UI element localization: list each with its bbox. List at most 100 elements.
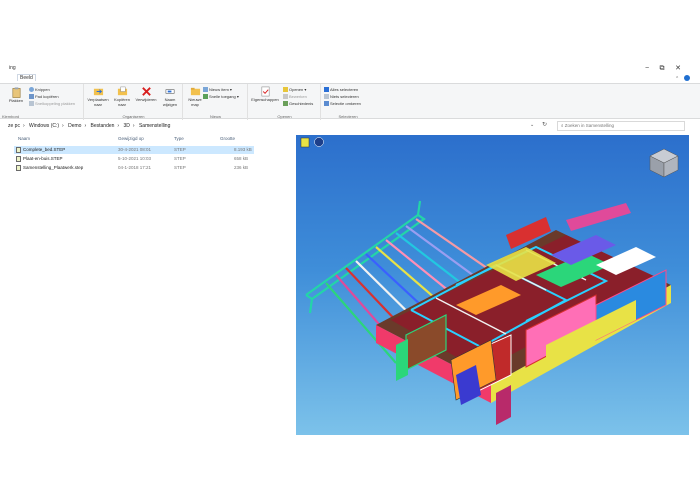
column-header-modified[interactable]: Gewijzigd op: [118, 136, 144, 141]
properties-check-icon: [261, 86, 269, 97]
step-file-icon: [16, 146, 21, 153]
crumb-windows[interactable]: Windows (C:): [29, 123, 59, 129]
new-folder-icon: [190, 87, 200, 96]
file-modified: 30-4-2021 08:01: [118, 147, 152, 152]
crumb-sep: ›: [84, 123, 87, 129]
delete-x-icon: [141, 87, 151, 96]
invert-selection-label: Selectie omkeren: [330, 101, 361, 106]
file-type: STEP: [174, 156, 186, 161]
file-name-cell: Complete_bed.STEP: [16, 146, 65, 154]
paste-shortcut-button[interactable]: Snelkoppeling plakken: [29, 100, 75, 107]
view-cube-icon[interactable]: [649, 148, 679, 178]
breadcrumb[interactable]: ze pc › Windows (C:) › Demo › Bestanden › 3D…: [8, 122, 538, 131]
copy-to-label: Kopiëren naar: [113, 97, 130, 107]
paste-shortcut-label: Snelkoppeling plakken: [35, 101, 76, 106]
scissors-icon: [29, 87, 34, 93]
file-name: Samenstelling_Plaatwerk.step: [23, 165, 84, 170]
refresh-icon[interactable]: ↻: [542, 121, 547, 128]
rename-icon: [165, 89, 174, 94]
file-name-cell: Plaat-en-buis.STEP: [16, 155, 63, 163]
file-name: Plaat-en-buis.STEP: [23, 156, 63, 161]
properties-label: Eigenschappen: [251, 97, 279, 102]
copy-path-label: Pad kopiëren: [35, 94, 59, 99]
easy-access-label: Snelle toegang: [209, 94, 236, 99]
new-item-icon: [203, 87, 208, 93]
copy-path-button[interactable]: Pad kopiëren: [29, 93, 59, 100]
tab-beeld[interactable]: Beeld: [17, 74, 36, 81]
file-size: 658 kB: [234, 156, 249, 161]
history-icon: [283, 101, 288, 107]
column-header-name[interactable]: Naam: [18, 136, 30, 141]
group-klembord: Plakken Knippen Pad kopiëren Snelkoppeli…: [0, 84, 84, 120]
title-bar: ing − ⧉ ✕: [0, 62, 700, 76]
easy-access-icon: [203, 94, 208, 100]
new-item-label: Nieuw item: [209, 87, 229, 92]
group-organiseren: Verplaatsen naar Kopiëren naar Verwijder…: [85, 84, 183, 120]
new-folder-label: Nieuwe map: [188, 97, 202, 107]
group-label-klembord: Klembord: [2, 114, 20, 119]
minimize-button[interactable]: −: [642, 64, 652, 73]
file-type: STEP: [174, 165, 186, 170]
open-icon: [283, 87, 288, 93]
table-row[interactable]: Complete_bed.STEP 30-4-2021 08:01 STEP 8…: [14, 146, 254, 154]
rename-button[interactable]: Naam wijzigen: [159, 86, 181, 107]
table-row[interactable]: Plaat-en-buis.STEP 5-10-2021 10:03 STEP …: [14, 155, 254, 163]
crumb-samenstelling[interactable]: Samenstelling: [139, 123, 170, 129]
copy-folder-icon: [117, 86, 127, 96]
crumb-sep: ›: [132, 123, 135, 129]
select-all-button[interactable]: Alles selecteren: [324, 86, 358, 93]
preview-model-icon[interactable]: [300, 137, 310, 148]
properties-button[interactable]: Eigenschappen: [249, 86, 281, 103]
paste-label: Plakken: [8, 98, 24, 103]
select-none-button[interactable]: Niets selecteren: [324, 93, 359, 100]
file-type: STEP: [174, 147, 186, 152]
3d-model-preview: [300, 137, 679, 425]
help-icon[interactable]: [684, 75, 690, 81]
cut-button[interactable]: Knippen: [29, 86, 50, 93]
crumb-bestanden[interactable]: Bestanden: [91, 123, 115, 129]
select-none-icon: [324, 94, 329, 100]
maximize-button[interactable]: ⧉: [657, 64, 667, 73]
column-header-size[interactable]: Grootte: [220, 136, 235, 141]
easy-access-button[interactable]: Snelle toegang ▾: [203, 93, 239, 100]
crumb-3d[interactable]: 3D: [123, 123, 129, 129]
delete-button[interactable]: Verwijderen: [135, 86, 157, 103]
open-button[interactable]: Openen ▾: [283, 86, 306, 93]
address-dropdown-icon[interactable]: ⌄: [530, 122, 534, 128]
crumb-sep: ›: [22, 123, 25, 129]
select-all-icon: [324, 87, 329, 93]
file-list: Naam Gewijzigd op Type Grootte Complete_…: [10, 136, 254, 432]
shortcut-icon: [29, 101, 34, 107]
column-header-type[interactable]: Type: [174, 136, 184, 141]
group-nieuw: Nieuwe map Nieuw item ▾ Snelle toegang ▾…: [184, 84, 248, 120]
window-title: ing: [9, 65, 16, 71]
file-size: 236 kB: [234, 165, 249, 170]
preview-pane[interactable]: [296, 135, 689, 435]
edit-icon: [283, 94, 288, 100]
crumb-demo[interactable]: Demo: [68, 123, 81, 129]
close-button[interactable]: ✕: [673, 64, 683, 73]
search-input[interactable]: ⌕ Zoeken in Samenstelling: [557, 121, 685, 131]
cut-label: Knippen: [35, 87, 50, 92]
paste-button[interactable]: Plakken: [8, 87, 24, 104]
move-to-label: Verplaatsen naar: [87, 97, 109, 107]
collapse-ribbon-icon[interactable]: ⌃: [675, 76, 679, 82]
invert-selection-icon: [324, 101, 329, 107]
search-placeholder: Zoeken in Samenstelling: [564, 123, 615, 128]
crumb-sep: ›: [62, 123, 64, 129]
move-to-button[interactable]: Verplaatsen naar: [87, 86, 109, 107]
invert-selection-button[interactable]: Selectie omkeren: [324, 100, 361, 107]
new-item-button[interactable]: Nieuw item ▾: [203, 86, 232, 93]
rename-label: Naam wijzigen: [162, 97, 178, 107]
table-row[interactable]: Samenstelling_Plaatwerk.step 04-1-2018 1…: [14, 164, 254, 172]
group-label-organiseren: Organiseren: [122, 114, 145, 119]
address-row: ze pc › Windows (C:) › Demo › Bestanden › 3D…: [0, 120, 700, 133]
edit-button[interactable]: Bewerken: [283, 93, 307, 100]
preview-shading-icon[interactable]: [314, 137, 324, 147]
group-label-openen: Openen: [277, 114, 292, 119]
history-button[interactable]: Geschiedenis: [283, 100, 313, 107]
crumb-this-pc[interactable]: ze pc: [8, 123, 20, 129]
open-label: Openen: [289, 87, 304, 92]
copy-to-button[interactable]: Kopiëren naar: [111, 86, 133, 107]
step-file-icon: [16, 155, 21, 162]
